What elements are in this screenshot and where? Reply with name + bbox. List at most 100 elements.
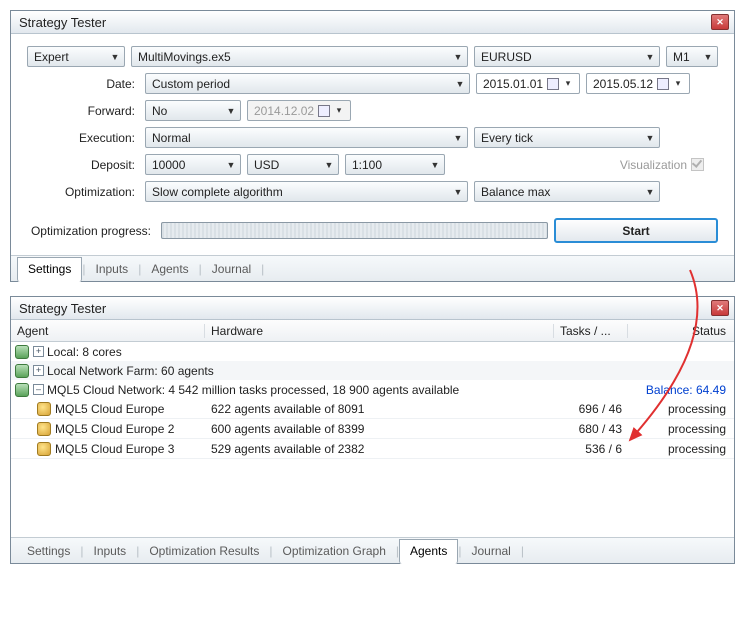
symbol-value: EURUSD <box>481 50 532 64</box>
tree-node-label: Local: 8 cores <box>47 345 122 359</box>
optimization-algo-select[interactable]: Slow complete algorithm ▼ <box>145 181 468 202</box>
balance-label: Balance: <box>646 383 696 397</box>
expand-icon[interactable]: + <box>33 346 44 357</box>
agent-hardware: 529 agents available of 2382 <box>205 442 554 456</box>
visualization-label: Visualization <box>620 158 687 172</box>
tab-agents[interactable]: Agents <box>399 539 458 564</box>
symbol-select[interactable]: EURUSD ▼ <box>474 46 660 67</box>
optimization-progress-bar <box>161 222 548 239</box>
col-agent[interactable]: Agent <box>11 324 205 338</box>
execution-mode-value: Normal <box>152 131 191 145</box>
agent-row[interactable]: MQL5 Cloud Europe 2 600 agents available… <box>11 419 734 439</box>
agent-tasks: 680 / 43 <box>554 422 628 436</box>
agent-row[interactable]: MQL5 Cloud Europe 622 agents available o… <box>11 399 734 419</box>
chevron-down-icon: ▾ <box>563 78 573 89</box>
agent-hardware: 600 agents available of 8399 <box>205 422 554 436</box>
agents-tabstrip: Settings | Inputs | Optimization Results… <box>11 537 734 563</box>
optimization-algo-value: Slow complete algorithm <box>152 185 283 199</box>
chevron-down-icon: ▾ <box>673 78 683 89</box>
titlebar: Strategy Tester ✕ <box>11 11 734 34</box>
tab-settings[interactable]: Settings <box>17 257 82 282</box>
optimization-criterion-value: Balance max <box>481 185 550 199</box>
agent-hardware: 622 agents available of 8091 <box>205 402 554 416</box>
opt-progress-label: Optimization progress: <box>27 224 155 238</box>
chevron-down-icon: ▼ <box>645 187 655 197</box>
forward-date-value: 2014.12.02 <box>254 104 314 118</box>
col-hardware[interactable]: Hardware <box>205 324 554 338</box>
forward-label: Forward: <box>27 104 139 118</box>
titlebar: Strategy Tester ✕ <box>11 297 734 320</box>
agent-row[interactable]: MQL5 Cloud Europe 3 529 agents available… <box>11 439 734 459</box>
agent-icon <box>37 402 51 416</box>
calendar-icon <box>657 78 669 90</box>
start-button[interactable]: Start <box>554 218 718 243</box>
tab-settings[interactable]: Settings <box>17 540 80 563</box>
strategy-tester-agents-window: Strategy Tester ✕ Agent Hardware Tasks /… <box>10 296 735 564</box>
tab-inputs[interactable]: Inputs <box>85 258 138 281</box>
timeframe-select[interactable]: M1 ▼ <box>666 46 718 67</box>
tab-journal[interactable]: Journal <box>461 540 520 563</box>
agent-name: MQL5 Cloud Europe <box>55 402 164 416</box>
server-icon <box>15 383 29 397</box>
tab-agents[interactable]: Agents <box>141 258 198 281</box>
agent-status: processing <box>628 422 734 436</box>
tab-optimization-results[interactable]: Optimization Results <box>139 540 269 563</box>
leverage-select[interactable]: 1:100 ▼ <box>345 154 445 175</box>
forward-mode-value: No <box>152 104 167 118</box>
chevron-down-icon: ▼ <box>645 133 655 143</box>
calendar-icon <box>318 105 330 117</box>
chevron-down-icon: ▾ <box>334 105 344 116</box>
tree-node-local[interactable]: + Local: 8 cores <box>11 342 734 361</box>
server-icon <box>15 364 29 378</box>
cloud-balance: Balance: 64.49 <box>646 383 734 397</box>
chevron-down-icon: ▼ <box>453 52 463 62</box>
execution-label: Execution: <box>27 131 139 145</box>
mode-select-value: Expert <box>34 50 69 64</box>
tree-node-cloud[interactable]: – MQL5 Cloud Network: 4 542 million task… <box>11 380 734 399</box>
date-label: Date: <box>27 77 139 91</box>
strategy-tester-settings-window: Strategy Tester ✕ Expert ▼ MultiMovings.… <box>10 10 735 282</box>
date-to-input[interactable]: 2015.05.12 ▾ <box>586 73 690 94</box>
deposit-amount-select[interactable]: 10000 ▼ <box>145 154 241 175</box>
execution-mode-select[interactable]: Normal ▼ <box>145 127 468 148</box>
deposit-currency-select[interactable]: USD ▼ <box>247 154 339 175</box>
date-from-input[interactable]: 2015.01.01 ▾ <box>476 73 580 94</box>
collapse-icon[interactable]: – <box>33 384 44 395</box>
deposit-amount-value: 10000 <box>152 158 185 172</box>
agents-tree: + Local: 8 cores + Local Network Farm: 6… <box>11 342 734 537</box>
agent-name: MQL5 Cloud Europe 2 <box>55 422 174 436</box>
chevron-down-icon: ▼ <box>226 160 236 170</box>
optimization-label: Optimization: <box>27 185 139 199</box>
chevron-down-icon: ▼ <box>703 52 713 62</box>
forward-date-input: 2014.12.02 ▾ <box>247 100 351 121</box>
mode-select[interactable]: Expert ▼ <box>27 46 125 67</box>
close-button[interactable]: ✕ <box>711 300 729 316</box>
chevron-down-icon: ▼ <box>226 106 236 116</box>
agent-tasks: 696 / 46 <box>554 402 628 416</box>
col-status[interactable]: Status <box>628 324 734 338</box>
timeframe-value: M1 <box>673 50 690 64</box>
agents-column-headers: Agent Hardware Tasks / ... Status <box>11 320 734 342</box>
chevron-down-icon: ▼ <box>324 160 334 170</box>
date-mode-select[interactable]: Custom period ▼ <box>145 73 470 94</box>
optimization-criterion-select[interactable]: Balance max ▼ <box>474 181 660 202</box>
date-to-value: 2015.05.12 <box>593 77 653 91</box>
tick-mode-select[interactable]: Every tick ▼ <box>474 127 660 148</box>
agent-tasks: 536 / 6 <box>554 442 628 456</box>
tab-journal[interactable]: Journal <box>202 258 261 281</box>
tab-inputs[interactable]: Inputs <box>83 540 136 563</box>
agent-icon <box>37 422 51 436</box>
col-tasks[interactable]: Tasks / ... <box>554 324 628 338</box>
expand-icon[interactable]: + <box>33 365 44 376</box>
tree-node-farm[interactable]: + Local Network Farm: 60 agents <box>11 361 734 380</box>
deposit-currency-value: USD <box>254 158 279 172</box>
tree-node-label: MQL5 Cloud Network: 4 542 million tasks … <box>47 383 459 397</box>
expert-file-select[interactable]: MultiMovings.ex5 ▼ <box>131 46 468 67</box>
forward-mode-select[interactable]: No ▼ <box>145 100 241 121</box>
chevron-down-icon: ▼ <box>430 160 440 170</box>
agent-name: MQL5 Cloud Europe 3 <box>55 442 174 456</box>
close-button[interactable]: ✕ <box>711 14 729 30</box>
tab-optimization-graph[interactable]: Optimization Graph <box>272 540 395 563</box>
date-from-value: 2015.01.01 <box>483 77 543 91</box>
chevron-down-icon: ▼ <box>455 79 465 89</box>
